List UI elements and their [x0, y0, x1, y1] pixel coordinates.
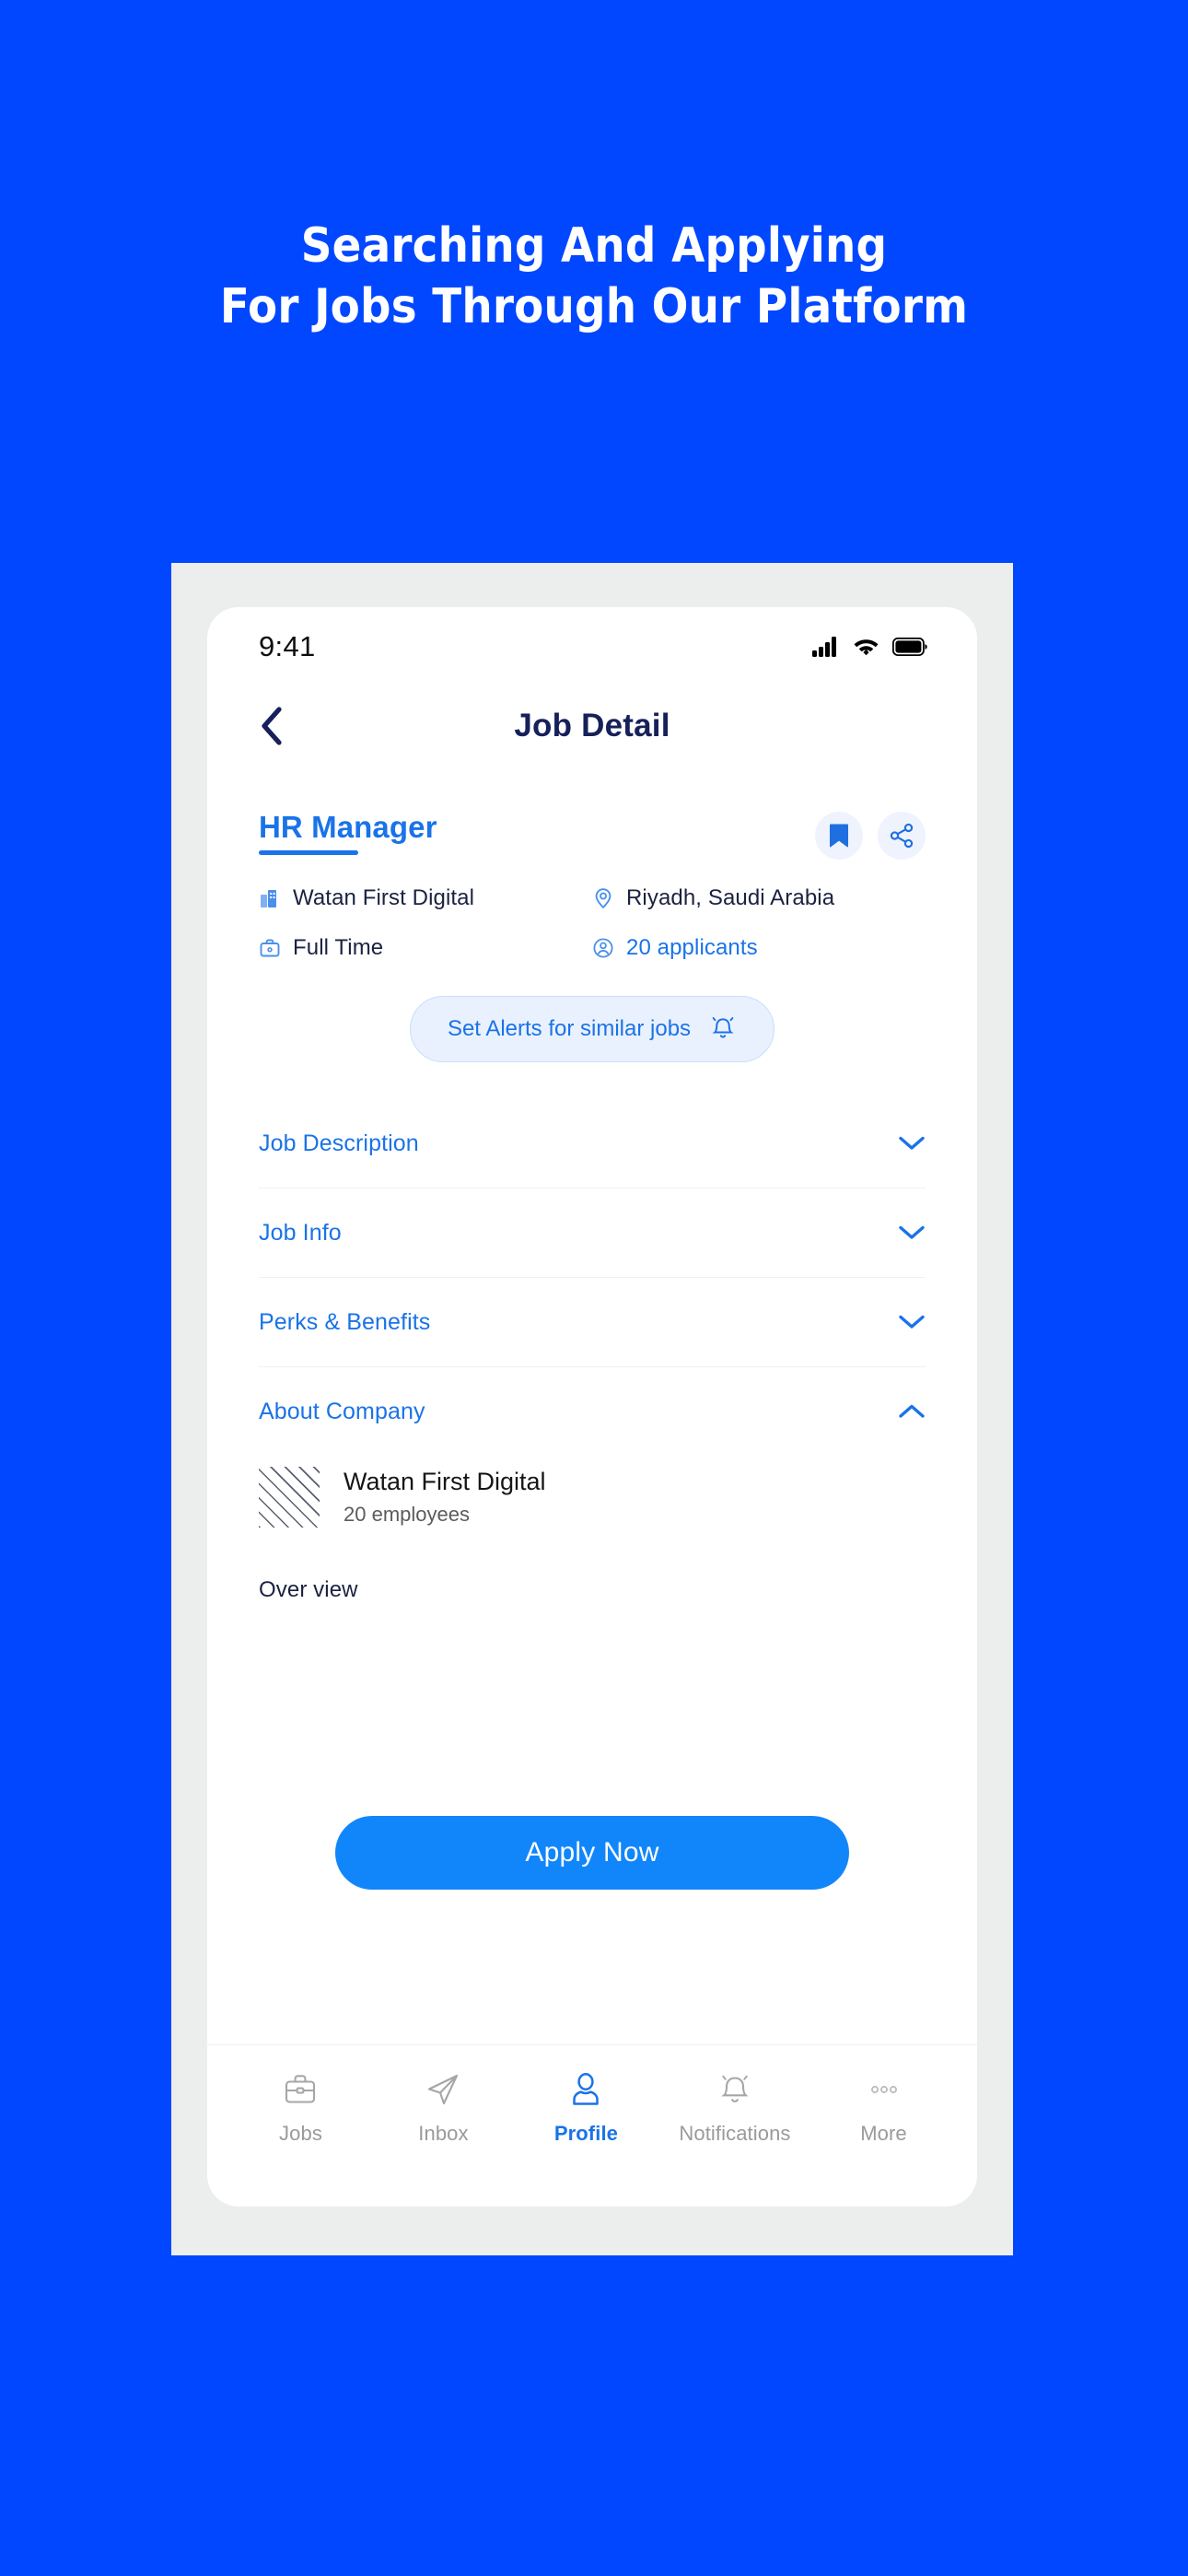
paper-plane-icon [428, 2074, 459, 2105]
cellular-signal-icon [812, 637, 836, 657]
phone-screen: 9:41 Job Detail HR Manager Watan First D… [207, 607, 977, 2207]
accordion-list: Job Description Job Info Perks & Benefit… [207, 1062, 977, 1603]
tab-notifications-label: Notifications [679, 2122, 791, 2145]
tab-inbox-label: Inbox [418, 2122, 469, 2145]
meta-company-name: Watan First Digital [293, 885, 475, 910]
accordion-perks-benefits-header[interactable]: Perks & Benefits [259, 1278, 926, 1366]
person-icon [573, 2073, 600, 2105]
accordion-job-info-header[interactable]: Job Info [259, 1188, 926, 1277]
set-alerts-label: Set Alerts for similar jobs [447, 1016, 692, 1041]
apply-wrap: Apply Now [207, 1816, 977, 1890]
bookmark-button[interactable] [815, 812, 863, 860]
job-title: HR Manager [259, 810, 437, 844]
meta-item-company: Watan First Digital [259, 885, 592, 911]
share-icon [890, 823, 914, 849]
tab-jobs-label: Jobs [279, 2122, 322, 2145]
tab-notifications[interactable]: Notifications [679, 2069, 790, 2146]
bell-icon [721, 2075, 749, 2102]
meta-item-type: Full Time [259, 935, 592, 961]
tab-inbox[interactable]: Inbox [393, 2069, 493, 2146]
nav-bar: Job Detail [207, 686, 977, 766]
meta-item-location: Riyadh, Saudi Arabia [592, 885, 926, 911]
job-title-wrap: HR Manager [259, 810, 437, 855]
location-pin-icon [595, 888, 611, 909]
accordion-job-info-label: Job Info [259, 1219, 342, 1246]
accordion-about-company-header[interactable]: About Company [259, 1367, 926, 1456]
back-button[interactable] [250, 704, 294, 748]
company-logo-icon [259, 1467, 320, 1528]
meta-job-type: Full Time [293, 935, 384, 960]
promo-headline: Searching And Applying For Jobs Through … [0, 219, 1188, 334]
tab-profile[interactable]: Profile [536, 2069, 635, 2146]
bookmark-icon [830, 824, 848, 848]
page-title: Job Detail [514, 708, 670, 744]
meta-location: Riyadh, Saudi Arabia [626, 885, 835, 910]
accordion-job-info: Job Info [259, 1188, 926, 1278]
chevron-down-icon [899, 1225, 925, 1239]
accordion-about-company: About Company Watan First Digital 20 emp… [259, 1367, 926, 1603]
company-size: 20 employees [344, 1503, 470, 1526]
briefcase-icon [285, 2075, 316, 2103]
accordion-job-description: Job Description [259, 1099, 926, 1188]
accordion-about-company-label: About Company [259, 1398, 425, 1424]
promo-page: Searching And Applying For Jobs Through … [0, 0, 1188, 2576]
accordion-perks-benefits-label: Perks & Benefits [259, 1308, 431, 1335]
wifi-icon [854, 639, 879, 656]
alerts-wrap: Set Alerts for similar jobs [207, 961, 977, 1062]
share-button[interactable] [878, 812, 926, 860]
ellipsis-icon [870, 2086, 897, 2093]
job-title-row: HR Manager [207, 766, 977, 860]
building-icon [261, 890, 276, 907]
phone-frame: 9:41 Job Detail HR Manager Watan First D… [171, 563, 1013, 2255]
promo-headline-line2: For Jobs Through Our Platform [219, 279, 969, 335]
company-text: Watan First Digital 20 employees [344, 1468, 546, 1527]
promo-headline-line1: Searching And Applying [300, 218, 888, 274]
meta-item-applicants: 20 applicants [592, 935, 926, 961]
accordion-job-description-label: Job Description [259, 1130, 419, 1156]
job-meta-grid: Watan First Digital Riyadh, Saudi Arabia [207, 860, 977, 961]
chevron-left-icon [262, 707, 282, 745]
briefcase-icon [260, 939, 280, 957]
company-name: Watan First Digital [344, 1468, 546, 1495]
tab-more[interactable]: More [834, 2069, 934, 2146]
bottom-tab-bar: Jobs Inbox Profile Notifications More [207, 2044, 977, 2207]
company-row: Watan First Digital 20 employees [259, 1456, 926, 1537]
accordion-job-description-header[interactable]: Job Description [259, 1099, 926, 1188]
tab-profile-label: Profile [553, 2122, 618, 2145]
meta-applicants: 20 applicants [626, 935, 758, 960]
job-actions [815, 812, 926, 860]
set-alerts-button[interactable]: Set Alerts for similar jobs [409, 996, 775, 1062]
status-time: 9:41 [259, 630, 316, 662]
tab-jobs[interactable]: Jobs [250, 2069, 350, 2146]
chevron-down-icon [899, 1315, 925, 1329]
applicants-icon [593, 938, 613, 958]
bell-icon [712, 1017, 734, 1038]
apply-now-button[interactable]: Apply Now [335, 1816, 849, 1890]
accordion-perks-benefits: Perks & Benefits [259, 1278, 926, 1367]
job-detail-content: HR Manager Watan First Digital Riyadh, S… [207, 766, 977, 2044]
tab-more-label: More [860, 2122, 907, 2145]
chevron-up-icon [899, 1404, 925, 1418]
battery-icon [892, 638, 927, 656]
job-title-underline [259, 850, 358, 855]
chevron-down-icon [899, 1136, 925, 1150]
status-icons [812, 637, 927, 657]
overview-label: Over view [259, 1577, 358, 1602]
status-bar: 9:41 [207, 607, 977, 686]
